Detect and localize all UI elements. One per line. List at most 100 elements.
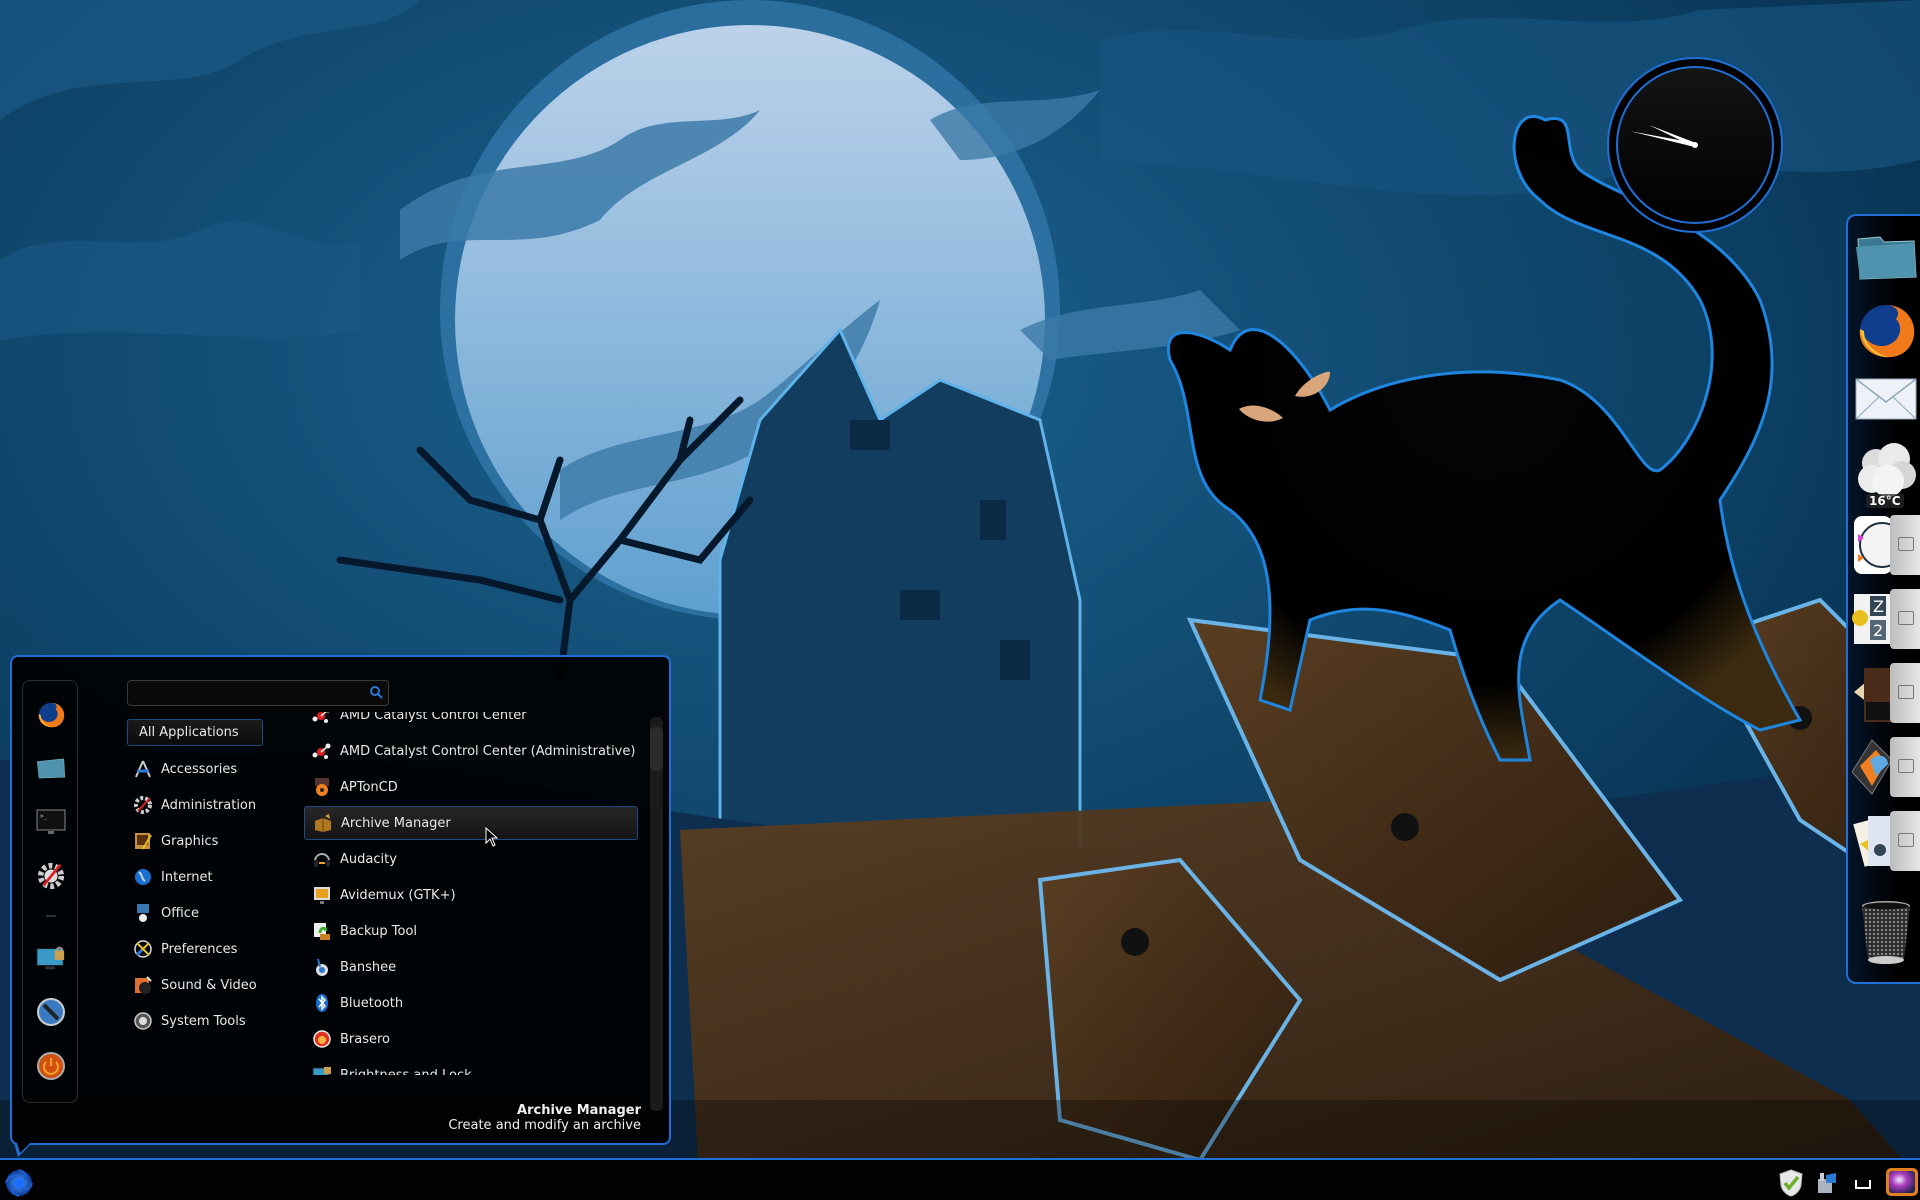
accessories-icon <box>133 759 153 779</box>
category-graphics[interactable]: Graphics <box>127 823 267 859</box>
firefox-icon <box>38 702 65 728</box>
backup-tool-icon <box>312 921 332 941</box>
dock-item-mail[interactable] <box>1852 366 1920 432</box>
favorite-home-folder[interactable] <box>36 753 66 783</box>
app-label: Banshee <box>340 959 397 975</box>
system-tray <box>1776 1166 1920 1200</box>
app-label: APTonCD <box>340 779 398 795</box>
favorite-shut-down[interactable] <box>36 1051 66 1081</box>
trash-icon <box>1862 901 1910 964</box>
preferences-icon <box>133 939 153 959</box>
start-menu-icon[interactable] <box>4 1168 34 1198</box>
sound-video-icon <box>133 975 153 995</box>
stack-drawer <box>1890 663 1920 723</box>
tray-screen-app[interactable] <box>1884 1166 1920 1200</box>
category-label: All Applications <box>139 725 239 740</box>
terminal-icon: >_ <box>36 809 66 834</box>
mail-icon <box>1855 378 1917 420</box>
tray-removable-drive[interactable] <box>1812 1168 1842 1198</box>
app-item-archive-manager[interactable]: Archive Manager <box>304 806 638 840</box>
taskbar <box>0 1158 1920 1200</box>
logout-icon <box>37 998 65 1026</box>
category-label: Office <box>161 905 199 921</box>
svg-text:2: 2 <box>1873 621 1883 640</box>
tray-update-manager[interactable] <box>1776 1168 1806 1198</box>
mouse-cursor <box>485 827 499 847</box>
dock-item-documents-stack[interactable] <box>1852 808 1920 874</box>
search-input[interactable] <box>134 684 363 704</box>
app-item-bluetooth[interactable]: Bluetooth <box>304 986 650 1020</box>
favorite-firefox[interactable] <box>36 699 66 729</box>
category-all-applications[interactable]: All Applications <box>127 719 263 746</box>
stack-drawer <box>1890 589 1920 649</box>
app-label: Audacity <box>340 851 397 867</box>
amd-catalyst-icon <box>312 741 332 761</box>
category-administration[interactable]: Administration <box>127 787 267 823</box>
category-list: All Applications Accessories Administratio… <box>127 719 267 1039</box>
dock-item-files[interactable] <box>1852 224 1920 290</box>
amd-catalyst-icon <box>312 712 332 725</box>
app-item-audacity[interactable]: Audacity <box>304 842 650 876</box>
app-label: Avidemux (GTK+) <box>340 887 456 903</box>
dock-item-sleep-stack[interactable]: Z2 <box>1852 586 1920 652</box>
dock-item-clock-stack[interactable] <box>1852 512 1920 578</box>
tray-show-desktop[interactable] <box>1848 1168 1878 1198</box>
category-sound-video[interactable]: Sound & Video <box>127 967 267 1003</box>
dock-item-apps-stack[interactable] <box>1852 734 1920 800</box>
system-tools-icon <box>133 1011 153 1031</box>
documents-stack-icon <box>1853 816 1892 867</box>
lock-screen-icon <box>36 946 65 970</box>
app-label: Backup Tool <box>340 923 418 939</box>
favorite-lock-screen[interactable] <box>36 943 66 973</box>
apps-stack-icon <box>1852 739 1892 795</box>
dock-item-firefox[interactable] <box>1852 296 1920 362</box>
favorite-terminal[interactable]: >_ <box>36 807 66 837</box>
favorites-separator <box>46 915 56 917</box>
scrollbar-thumb[interactable] <box>650 727 663 771</box>
category-label: Graphics <box>161 833 219 849</box>
category-system-tools[interactable]: System Tools <box>127 1003 267 1039</box>
app-item-banshee[interactable]: Banshee <box>304 950 650 984</box>
dock-item-weather[interactable]: 16°C <box>1852 438 1920 508</box>
app-item-brasero[interactable]: Brasero <box>304 1022 650 1056</box>
app-label: AMD Catalyst Control Center <box>340 712 527 723</box>
drive-icon <box>1818 1173 1836 1193</box>
svg-text:>_: >_ <box>40 813 48 820</box>
favorite-log-out[interactable] <box>36 997 66 1027</box>
app-item-avidemux-gtk[interactable]: Avidemux (GTK+) <box>304 878 650 912</box>
app-item-aptoncd[interactable]: APTonCD <box>304 770 650 804</box>
favorites-column: >_ <box>22 680 78 1103</box>
administration-icon <box>133 795 153 815</box>
category-internet[interactable]: Internet <box>127 859 267 895</box>
bluetooth-icon <box>312 993 332 1013</box>
category-office[interactable]: Office <box>127 895 267 931</box>
app-item-backup-tool[interactable]: Backup Tool <box>304 914 650 948</box>
category-label: System Tools <box>161 1013 246 1029</box>
app-item-brightness-and-lock[interactable]: Brightness and Lock <box>304 1058 650 1075</box>
shield-check-icon <box>1779 1169 1803 1197</box>
aptoncd-icon <box>312 777 332 797</box>
clock-stack-icon <box>1854 516 1892 574</box>
app-list-scrollbar[interactable] <box>650 717 663 1111</box>
stack-drawer <box>1890 737 1920 797</box>
app-item-amd-catalyst-control-center[interactable]: AMD Catalyst Control Center <box>304 712 650 732</box>
svg-text:Z: Z <box>1873 597 1884 616</box>
app-item-amd-catalyst-control-center-administrative[interactable]: AMD Catalyst Control Center (Administrat… <box>304 734 650 768</box>
tv-screen-icon <box>1886 1168 1918 1196</box>
dock-item-trash[interactable] <box>1852 900 1920 966</box>
search-icon[interactable] <box>369 685 383 699</box>
app-label: Brasero <box>340 1031 391 1047</box>
favorite-system-settings[interactable] <box>36 861 66 891</box>
app-label: Brightness and Lock <box>340 1067 472 1076</box>
category-accessories[interactable]: Accessories <box>127 751 267 787</box>
show-desktop-icon <box>1855 1180 1871 1189</box>
firefox-icon <box>1859 305 1915 358</box>
application-list: AMD Catalyst Control Center AMD Catalyst … <box>304 712 650 1075</box>
clock-desklet[interactable] <box>1606 56 1784 234</box>
app-label: AMD Catalyst Control Center (Administrat… <box>340 743 636 759</box>
category-preferences[interactable]: Preferences <box>127 931 267 967</box>
folder-icon <box>1856 236 1917 280</box>
category-label: Internet <box>161 869 213 885</box>
dock-item-pictures-stack[interactable] <box>1852 660 1920 726</box>
search-field[interactable] <box>127 680 389 706</box>
